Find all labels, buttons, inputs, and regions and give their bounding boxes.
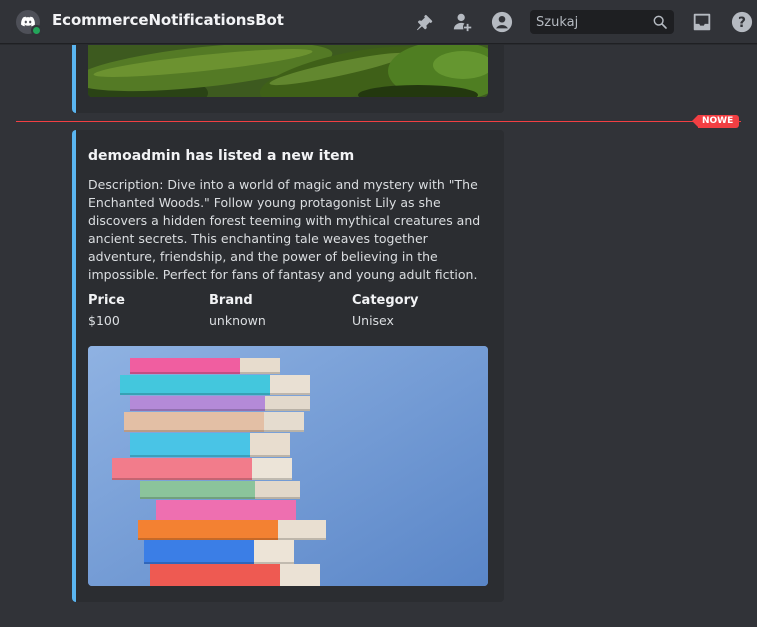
field-name: Price [88, 293, 125, 308]
embed-accent-bar [72, 130, 76, 602]
previous-embed [72, 45, 504, 113]
help-icon[interactable]: ? [730, 10, 754, 34]
field-name: Category [352, 293, 419, 308]
embed-title: demoadmin has listed a new item [88, 148, 355, 164]
new-messages-badge: NOWE [691, 115, 740, 128]
profile-icon[interactable] [490, 10, 514, 34]
channel-title: EcommerceNotificationsBot [52, 11, 284, 29]
field-brand: Brand unknown [209, 293, 266, 329]
inbox-icon[interactable] [690, 10, 714, 34]
online-status-indicator [31, 25, 42, 36]
field-category: Category Unisex [352, 293, 418, 329]
search-bar[interactable] [530, 10, 674, 34]
cucumber-product-image[interactable] [88, 45, 488, 97]
add-member-icon[interactable] [451, 10, 475, 34]
svg-text:?: ? [738, 15, 746, 31]
field-value: $100 [88, 313, 120, 328]
new-messages-divider [16, 121, 741, 122]
field-value: unknown [209, 313, 266, 328]
listing-embed: demoadmin has listed a new item Descript… [72, 130, 504, 602]
search-input[interactable] [536, 13, 646, 31]
field-price: Price $100 [88, 293, 125, 329]
embed-description: Description: Dive into a world of magic … [88, 177, 481, 282]
channel-header: EcommerceNotificationsBot ? [0, 0, 757, 44]
search-icon[interactable] [652, 14, 668, 30]
field-name: Brand [209, 293, 253, 308]
book-stack-product-image[interactable] [88, 346, 488, 586]
field-value: Unisex [352, 313, 394, 328]
pin-icon[interactable] [412, 10, 436, 34]
embed-accent-bar [72, 45, 76, 113]
